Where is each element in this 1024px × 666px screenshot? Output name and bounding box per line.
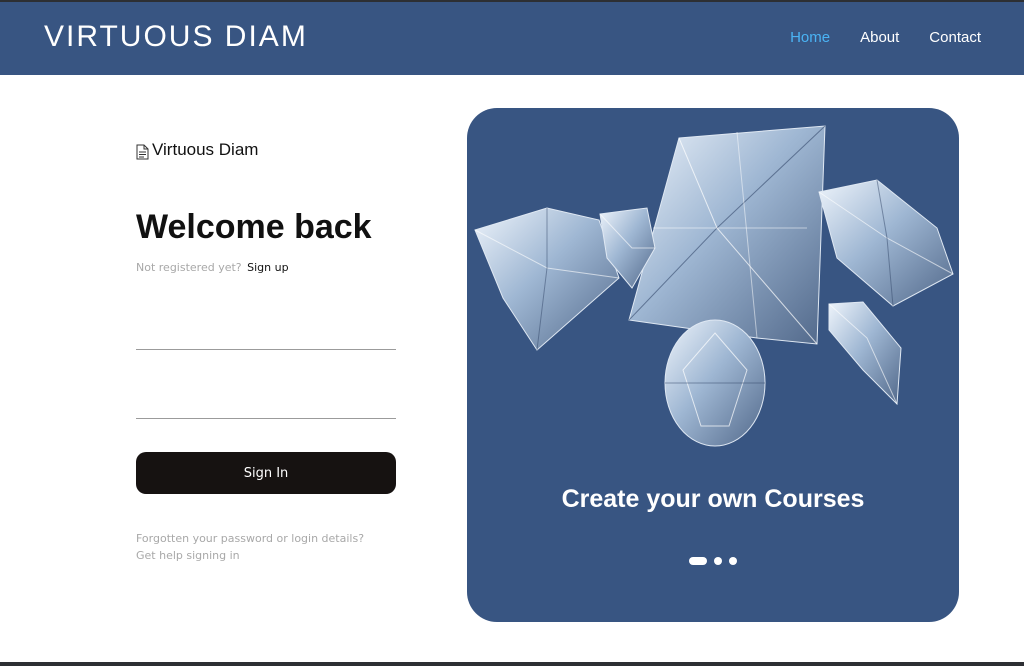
sign-in-button[interactable]: Sign In <box>136 452 396 494</box>
not-registered-text: Not registered yet? <box>136 261 242 274</box>
forgot-password-text: Forgotten your password or login details… <box>136 532 365 545</box>
password-input[interactable] <box>136 385 396 419</box>
top-navbar: VIRTUOUS DIAM Home About Contact <box>0 0 1024 75</box>
username-input[interactable] <box>136 316 396 350</box>
signup-row: Not registered yet? Sign up <box>136 261 396 274</box>
logo-text: Virtuous Diam <box>152 140 259 159</box>
page-title: Welcome back <box>136 208 372 246</box>
bottom-divider <box>0 662 1024 666</box>
signup-link[interactable]: Sign up <box>247 261 288 274</box>
promo-card: Create your own Courses <box>467 108 959 622</box>
left-diamond <box>474 207 620 351</box>
carousel-dot-2[interactable] <box>714 557 722 565</box>
right-diamond <box>818 179 954 307</box>
brand-title[interactable]: VIRTUOUS DIAM <box>44 20 308 54</box>
nav-links: Home About Contact <box>790 29 981 46</box>
document-icon <box>136 144 149 160</box>
login-panel: Virtuous Diam Welcome back Not registere… <box>136 140 396 564</box>
nav-home-link[interactable]: Home <box>790 29 830 46</box>
get-help-link[interactable]: Get help signing in <box>136 547 396 564</box>
nav-contact-link[interactable]: Contact <box>929 29 981 46</box>
carousel-indicators <box>689 557 737 565</box>
small-right-diamond <box>828 301 902 406</box>
diamonds-illustration <box>474 125 954 447</box>
bottom-diamond <box>664 319 766 447</box>
logo: Virtuous Diam <box>136 140 396 160</box>
carousel-dot-1[interactable] <box>689 557 707 565</box>
carousel-dot-3[interactable] <box>729 557 737 565</box>
promo-caption: Create your own Courses <box>561 485 865 513</box>
nav-about-link[interactable]: About <box>860 29 899 46</box>
center-diamond <box>628 125 826 345</box>
help-text: Forgotten your password or login details… <box>136 530 396 564</box>
